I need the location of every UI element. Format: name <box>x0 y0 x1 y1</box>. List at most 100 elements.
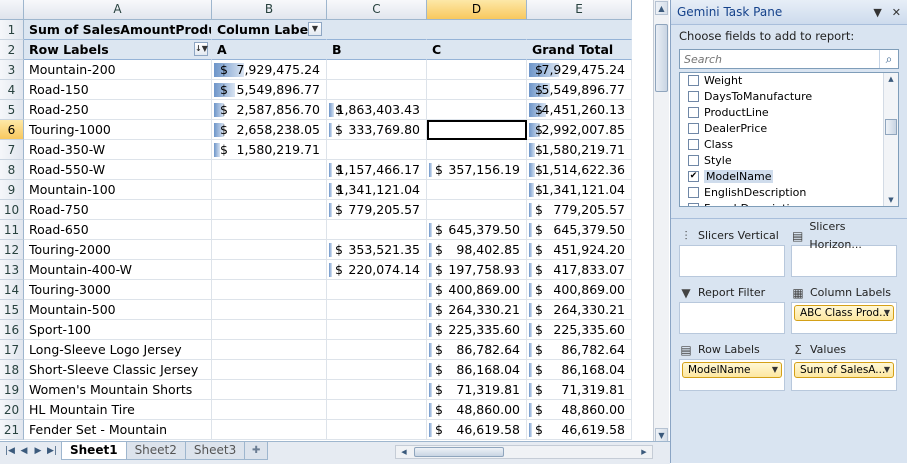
pivot-row-label[interactable]: Road-550-W <box>24 160 212 180</box>
row-header[interactable]: 2 <box>0 40 24 60</box>
column-header-e[interactable]: E <box>527 0 632 20</box>
scroll-down-icon[interactable]: ▼ <box>655 428 668 442</box>
row-labels-sort-dropdown-icon[interactable]: ↓▼ <box>194 42 208 56</box>
row-header[interactable]: 7 <box>0 140 24 160</box>
pivot-value-cell-c[interactable] <box>427 60 527 80</box>
pivot-col-c-header[interactable]: C <box>427 40 527 60</box>
vertical-scroll-thumb[interactable] <box>655 24 668 92</box>
pivot-value-cell-a[interactable] <box>212 240 327 260</box>
field-item[interactable]: Weight <box>680 73 898 89</box>
prev-sheet-icon[interactable]: ◀ <box>18 446 30 456</box>
pivot-row-label[interactable]: Mountain-200 <box>24 60 212 80</box>
pivot-value-cell-a[interactable]: $7,929,475.24 <box>212 60 327 80</box>
pivot-value-cell-c[interactable]: $645,379.50 <box>427 220 527 240</box>
tab-sheet1[interactable]: Sheet1 <box>61 442 127 460</box>
pivot-row-label[interactable]: Long-Sleeve Logo Jersey <box>24 340 212 360</box>
last-sheet-icon[interactable]: ▶| <box>46 446 58 456</box>
pivot-value-cell-a[interactable]: $1,580,219.71 <box>212 140 327 160</box>
row-header[interactable]: 21 <box>0 420 24 440</box>
row-header[interactable]: 14 <box>0 280 24 300</box>
pivot-value-cell-total[interactable]: $264,330.21 <box>527 300 632 320</box>
field-search-input[interactable] <box>680 52 879 66</box>
pivot-value-cell-a[interactable] <box>212 320 327 340</box>
select-all-corner[interactable] <box>0 0 24 20</box>
pivot-row-label[interactable]: Fender Set - Mountain <box>24 420 212 440</box>
row-header[interactable]: 1 <box>0 20 24 40</box>
pivot-value-cell-c[interactable]: $48,860.00 <box>427 400 527 420</box>
vertical-scrollbar[interactable]: ▲ ▼ <box>653 0 669 445</box>
field-scroll-thumb[interactable] <box>885 119 897 135</box>
pivot-value-cell-total[interactable]: $48,860.00 <box>527 400 632 420</box>
pivot-row-label[interactable]: Touring-1000 <box>24 120 212 140</box>
pivot-value-cell-total[interactable]: $1,580,219.71 <box>527 140 632 160</box>
checkbox-icon[interactable] <box>688 91 699 102</box>
column-labels-dropzone[interactable]: ABC Class Prod... ▼ <box>791 302 897 334</box>
search-icon[interactable]: ⌕ <box>879 50 898 68</box>
pivot-value-cell-b[interactable]: $220,074.14 <box>327 260 427 280</box>
checkbox-icon[interactable] <box>688 107 699 118</box>
pivot-value-cell-c[interactable]: $264,330.21 <box>427 300 527 320</box>
pivot-value-cell-a[interactable] <box>212 420 327 440</box>
checkbox-checked-icon[interactable]: ✔ <box>688 171 699 182</box>
field-item[interactable]: ProductLine <box>680 105 898 121</box>
pivot-value-cell-b[interactable]: $1,341,121.04 <box>327 180 427 200</box>
row-header[interactable]: 16 <box>0 320 24 340</box>
pivot-value-cell-a[interactable] <box>212 380 327 400</box>
column-header-b[interactable]: B <box>212 0 327 20</box>
pivot-row-label[interactable]: Road-650 <box>24 220 212 240</box>
pivot-col-a-header[interactable]: A <box>212 40 327 60</box>
pivot-value-cell-total[interactable]: $779,205.57 <box>527 200 632 220</box>
pivot-value-cell-b[interactable] <box>327 420 427 440</box>
tab-sheet3[interactable]: Sheet3 <box>184 442 246 460</box>
pivot-column-labels-cell[interactable]: Column Labels ▼ <box>212 20 327 40</box>
pivot-value-cell-a[interactable] <box>212 300 327 320</box>
pivot-value-cell-b[interactable] <box>327 340 427 360</box>
pivot-row-label[interactable]: Road-350-W <box>24 140 212 160</box>
checkbox-icon[interactable] <box>688 75 699 86</box>
field-item[interactable]: FrenchDescription <box>680 201 898 206</box>
pivot-value-cell-a[interactable] <box>212 200 327 220</box>
row-header[interactable]: 4 <box>0 80 24 100</box>
row-header[interactable]: 17 <box>0 340 24 360</box>
pivot-value-cell-b[interactable]: $353,521.35 <box>327 240 427 260</box>
pivot-value-cell-total[interactable]: $1,514,622.36 <box>527 160 632 180</box>
scroll-right-icon[interactable]: ▶ <box>637 446 651 458</box>
checkbox-icon[interactable] <box>688 123 699 134</box>
chevron-down-icon[interactable]: ▼ <box>884 363 890 377</box>
chevron-down-icon[interactable]: ▼ <box>884 306 890 320</box>
report-filter-dropzone[interactable] <box>679 302 785 334</box>
pivot-value-cell-a[interactable] <box>212 180 327 200</box>
pivot-value-cell-b[interactable] <box>327 280 427 300</box>
field-list[interactable]: Weight DaysToManufacture ProductLine Dealer… <box>679 72 899 207</box>
pivot-value-cell-c[interactable] <box>427 180 527 200</box>
pivot-row-label[interactable]: Touring-3000 <box>24 280 212 300</box>
scroll-up-icon[interactable]: ▲ <box>655 1 668 15</box>
pivot-value-cell-b[interactable] <box>327 220 427 240</box>
pivot-value-cell-b[interactable] <box>327 80 427 100</box>
values-field-pill[interactable]: Sum of SalesA... ▼ <box>794 362 894 378</box>
row-field-pill[interactable]: ModelName ▼ <box>682 362 782 378</box>
pivot-value-cell-b[interactable]: $333,769.80 <box>327 120 427 140</box>
pivot-value-cell-b[interactable] <box>327 60 427 80</box>
checkbox-icon[interactable] <box>688 155 699 166</box>
field-item[interactable]: EnglishDescription <box>680 185 898 201</box>
pivot-value-cell-a[interactable] <box>212 160 327 180</box>
pivot-value-cell-a[interactable] <box>212 400 327 420</box>
pivot-value-cell-total[interactable]: $2,992,007.85 <box>527 120 632 140</box>
row-header[interactable]: 6 <box>0 120 24 140</box>
pivot-row-label[interactable]: HL Mountain Tire <box>24 400 212 420</box>
checkbox-icon[interactable] <box>688 203 699 206</box>
pivot-value-cell-total[interactable]: $4,451,260.13 <box>527 100 632 120</box>
pivot-value-cell-total[interactable]: $225,335.60 <box>527 320 632 340</box>
pivot-value-cell-c[interactable]: $98,402.85 <box>427 240 527 260</box>
pivot-row-label[interactable]: Women's Mountain Shorts <box>24 380 212 400</box>
pivot-value-cell-a[interactable] <box>212 340 327 360</box>
pivot-value-cell-a[interactable] <box>212 260 327 280</box>
pivot-value-cell-c[interactable]: $71,319.81 <box>427 380 527 400</box>
row-header[interactable]: 5 <box>0 100 24 120</box>
pivot-value-cell-total[interactable]: $71,319.81 <box>527 380 632 400</box>
pane-menu-dropdown-icon[interactable]: ▼ <box>873 6 881 19</box>
pivot-value-cell-total[interactable]: $5,549,896.77 <box>527 80 632 100</box>
close-icon[interactable]: ✕ <box>892 6 901 19</box>
pivot-row-label[interactable]: Mountain-100 <box>24 180 212 200</box>
